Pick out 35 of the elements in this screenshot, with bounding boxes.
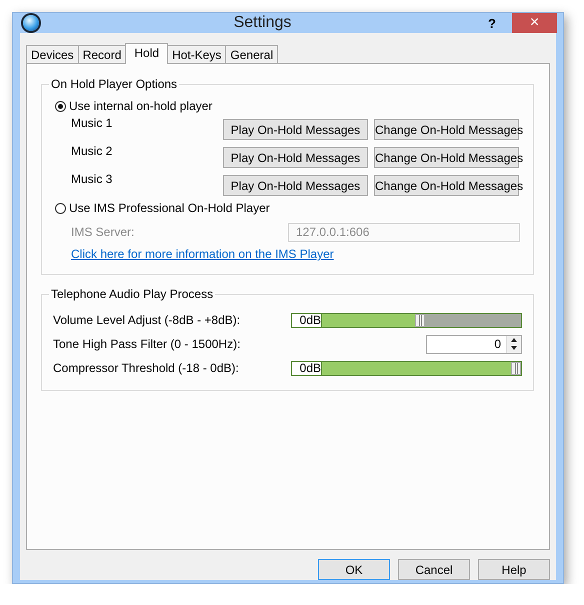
setting-label: Volume Level Adjust (-8dB - +8dB): bbox=[53, 313, 242, 327]
spin-arrows-icon[interactable] bbox=[506, 336, 521, 352]
radio-button[interactable] bbox=[55, 100, 66, 112]
slider-thumb[interactable] bbox=[511, 362, 521, 374]
info-link[interactable]: Click here for more information on the IMS Player bbox=[71, 247, 334, 261]
tab[interactable]: General bbox=[225, 45, 278, 63]
dialog-button[interactable]: Cancel bbox=[398, 559, 470, 580]
close-button[interactable]: × bbox=[512, 13, 557, 33]
tab[interactable]: Hot-Keys bbox=[167, 45, 226, 63]
dialog-button[interactable]: OK bbox=[318, 559, 390, 580]
music-label: Music 1 bbox=[71, 115, 114, 130]
dialog-button[interactable]: Help bbox=[478, 559, 550, 580]
tab[interactable]: Hold bbox=[125, 43, 168, 64]
play-button[interactable]: Play On-Hold Messages bbox=[223, 119, 368, 140]
music-label: Music 3 bbox=[71, 171, 114, 186]
tab[interactable]: Devices bbox=[26, 45, 79, 63]
slider-reading: 0dB bbox=[291, 312, 322, 328]
number-spinner[interactable]: 0 bbox=[426, 334, 522, 354]
setting-label: Tone High Pass Filter (0 - 1500Hz): bbox=[53, 337, 242, 351]
help-button[interactable]: ? bbox=[482, 16, 502, 30]
globe-icon bbox=[23, 15, 39, 31]
field-label: IMS Server: bbox=[71, 225, 136, 239]
radio-button[interactable] bbox=[55, 202, 66, 214]
setting-label: Compressor Threshold (-18 - 0dB): bbox=[53, 361, 240, 375]
radio-label[interactable]: Use internal on-hold player bbox=[69, 99, 212, 113]
group-title: Telephone Audio Play Process bbox=[49, 287, 216, 301]
group-title: On Hold Player Options bbox=[49, 77, 180, 91]
spinner-value: 0 bbox=[493, 337, 502, 351]
music-label: Music 2 bbox=[71, 143, 114, 158]
play-button[interactable]: Play On-Hold Messages bbox=[223, 147, 368, 168]
window-title: Settings bbox=[232, 14, 292, 32]
radio-label[interactable]: Use IMS Professional On-Hold Player bbox=[69, 201, 270, 215]
slider-reading: 0dB bbox=[291, 360, 322, 376]
play-button[interactable]: Play On-Hold Messages bbox=[223, 175, 368, 196]
slider-thumb[interactable] bbox=[414, 314, 425, 326]
